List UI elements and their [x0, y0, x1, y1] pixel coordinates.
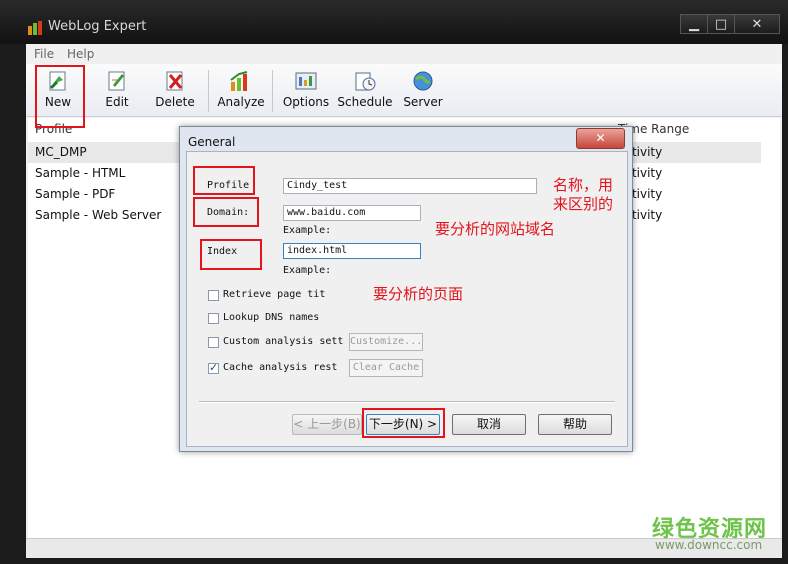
title-bar: WebLog Expert ▁ □ ✕	[0, 0, 788, 44]
analyze-button[interactable]: Analyze	[213, 68, 269, 116]
edit-button[interactable]: Edit	[89, 68, 145, 116]
cache-analysis-checkbox[interactable]	[208, 361, 219, 374]
maximize-button[interactable]: □	[707, 14, 735, 34]
delete-button[interactable]: Delete	[147, 68, 203, 116]
delete-profile-icon	[166, 71, 183, 91]
index-example: Example:	[283, 265, 332, 276]
schedule-button[interactable]: Schedule	[337, 68, 393, 116]
highlight-new-button	[35, 65, 85, 128]
window-title: WebLog Expert	[48, 19, 147, 34]
highlight-index-label	[200, 239, 262, 270]
lookup-dns-label: Lookup DNS names	[223, 312, 320, 323]
schedule-icon	[355, 72, 376, 91]
domain-input[interactable]: www.baidu.com	[283, 205, 421, 221]
highlight-next-button	[362, 408, 445, 438]
analyze-icon	[230, 71, 248, 91]
close-button[interactable]: ✕	[734, 14, 780, 34]
options-icon	[295, 72, 317, 90]
customize-button[interactable]: Customize...	[349, 333, 423, 351]
dialog-divider	[199, 401, 615, 403]
index-input[interactable]: index.html	[283, 243, 421, 259]
annotation-domain: 要分析的网站域名	[435, 220, 556, 238]
annotation-name-line1: 名称，用	[553, 176, 614, 194]
profile-input[interactable]: Cindy_test	[283, 178, 537, 194]
toolbar-separator	[208, 70, 209, 112]
domain-example: Example:	[283, 225, 332, 236]
toolbar: New Edit Delete Analyze Options Schedule…	[26, 64, 782, 117]
app-logo-icon	[28, 21, 42, 35]
retrieve-page-titles-label: Retrieve page tit	[223, 289, 326, 300]
menu-bar: File Help	[26, 44, 782, 64]
cache-analysis-label: Cache analysis rest	[223, 362, 338, 373]
dialog-title: General	[188, 135, 236, 149]
lookup-dns-checkbox[interactable]	[208, 313, 219, 324]
clear-cache-button[interactable]: Clear Cache	[349, 359, 423, 377]
options-button[interactable]: Options	[278, 68, 334, 116]
dialog-close-button[interactable]: ✕	[576, 128, 625, 149]
watermark-url: www.downcc.com	[655, 538, 763, 552]
retrieve-page-titles-checkbox[interactable]	[208, 290, 219, 301]
custom-analysis-label: Custom analysis sett	[223, 336, 344, 347]
server-button[interactable]: Server	[395, 68, 451, 116]
menu-file[interactable]: File	[34, 47, 54, 61]
minimize-button[interactable]: ▁	[680, 14, 708, 34]
help-button[interactable]: 帮助	[538, 414, 612, 435]
annotation-name-line2: 来区别的	[553, 195, 614, 213]
custom-analysis-checkbox[interactable]	[208, 337, 219, 348]
back-button[interactable]: < 上一步(B)	[292, 414, 362, 435]
toolbar-separator	[272, 70, 273, 112]
menu-help[interactable]: Help	[67, 47, 94, 61]
highlight-domain-label	[193, 197, 259, 227]
annotation-page: 要分析的页面	[373, 285, 464, 303]
highlight-profile-label	[193, 166, 255, 195]
edit-profile-icon	[108, 71, 125, 91]
server-icon	[413, 71, 433, 91]
cancel-button[interactable]: 取消	[452, 414, 526, 435]
